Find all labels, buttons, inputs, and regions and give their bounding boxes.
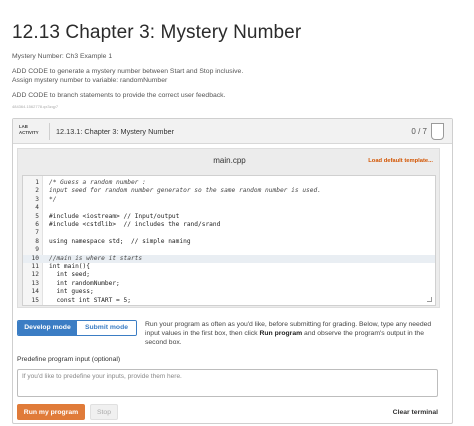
code-text: int main(){ [49, 263, 90, 270]
clear-terminal-link[interactable]: Clear terminal [393, 409, 438, 416]
code-text: */ [49, 195, 57, 203]
code-text: const int STOP = 10; [49, 305, 131, 306]
description-branch: ADD CODE to branch statements to provide… [12, 92, 226, 99]
line-number: 4 [35, 204, 39, 212]
code-editor[interactable]: 1/* Guess a random number :2 input seed f… [22, 175, 436, 306]
code-line: 3 */ [23, 196, 435, 204]
resize-handle-icon[interactable] [427, 297, 432, 302]
lab-score: 0 / 7 [411, 127, 427, 136]
code-line: 4 [23, 204, 435, 212]
code-line: 15 const int START = 5; [23, 297, 435, 305]
code-line: 5 #include <iostream> // Input/output [23, 213, 435, 221]
line-number: 14 [31, 288, 39, 296]
code-line: 11 int main(){ [23, 263, 435, 271]
code-text: int guess; [49, 288, 94, 296]
mode-toggle: Develop mode Submit mode [17, 320, 137, 336]
code-text: //main is where it starts [49, 254, 143, 262]
code-line: 9 [23, 246, 435, 254]
code-text: const int START = 5; [49, 296, 131, 304]
line-number: 13 [31, 279, 39, 287]
line-number: 1 [35, 179, 39, 186]
stop-button[interactable]: Stop [90, 404, 118, 420]
instruction-line: Assign mystery number to variable: rando… [12, 77, 168, 84]
line-number: 9 [35, 246, 39, 254]
predefine-input-field[interactable] [17, 369, 438, 397]
run-instructions: Run your program as often as you'd like,… [145, 320, 445, 348]
line-number: 3 [35, 195, 39, 203]
code-text: int seed; [49, 271, 90, 279]
code-line: 8 using namespace std; // simple naming [23, 238, 435, 246]
code-line: 7 [23, 229, 435, 237]
code-line: 10 //main is where it starts [23, 254, 435, 263]
score-badge-icon [431, 123, 444, 140]
code-line: 12 int seed; [23, 271, 435, 279]
activity-id: 484364.1562778.qx3zqy7 [12, 104, 59, 109]
code-editor-panel: main.cpp Load default template... 1/* Gu… [17, 148, 440, 308]
code-text: int randomNumber; [49, 279, 120, 287]
code-line: 14 int guess; [23, 288, 435, 296]
code-text: #include <iostream> // Input/output [49, 212, 180, 220]
description-instructions: ADD CODE to generate a mystery number be… [12, 67, 243, 85]
page-title: 12.13 Chapter 3: Mystery Number [12, 22, 302, 43]
line-number: 12 [31, 271, 39, 279]
code-line: 13 int randomNumber; [23, 280, 435, 288]
line-number: 7 [35, 229, 39, 237]
line-number: 8 [35, 237, 39, 245]
lab-header: LAB ACTIVITY 12.13.1: Chapter 3: Mystery… [13, 119, 452, 144]
line-number: 15 [31, 296, 39, 304]
code-line: 16 const int STOP = 10; [23, 305, 435, 306]
badge-activity: ACTIVITY [19, 129, 39, 135]
lab-activity-badge: LAB ACTIVITY [19, 124, 45, 135]
run-program-button[interactable]: Run my program [17, 404, 85, 420]
develop-mode-button[interactable]: Develop mode [18, 321, 77, 335]
submit-mode-button[interactable]: Submit mode [77, 321, 136, 335]
predefine-input-label: Predefine program input (optional) [17, 356, 121, 363]
line-number: 16 [23, 305, 39, 306]
description-subtitle: Mystery Number: Ch3 Example 1 [12, 53, 113, 60]
code-line: 2 input seed for random number generator … [23, 187, 435, 195]
lab-title: 12.13.1: Chapter 3: Mystery Number [49, 123, 174, 140]
line-number: 2 [35, 187, 39, 195]
line-number: 5 [35, 212, 39, 220]
code-text: using namespace std; // simple naming [49, 237, 191, 245]
code-text: input seed for random number generator s… [49, 187, 321, 195]
line-number: 11 [31, 263, 39, 270]
load-default-template-link[interactable]: Load default template... [368, 158, 433, 164]
code-text: #include <cstdlib> // includes the rand/… [49, 221, 221, 228]
line-number: 6 [35, 221, 39, 228]
instruction-line: ADD CODE to generate a mystery number be… [12, 68, 244, 75]
line-number: 10 [31, 254, 39, 262]
run-program-emphasis: Run program [259, 330, 303, 338]
code-line: 6 #include <cstdlib> // includes the rand… [23, 221, 435, 229]
